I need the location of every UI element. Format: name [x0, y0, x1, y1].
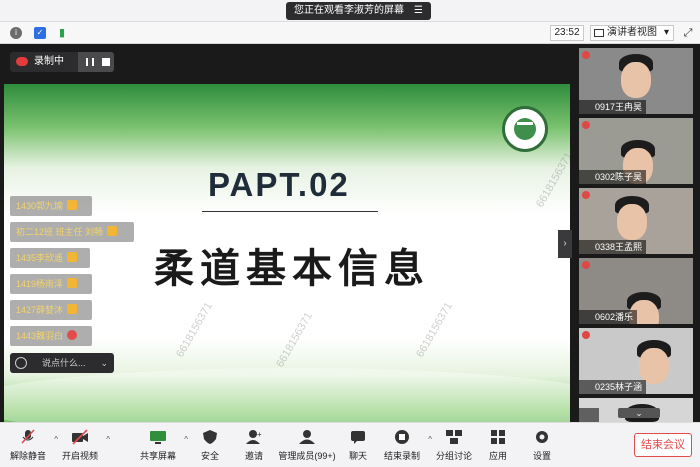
- share-screen-button[interactable]: ^ 共享屏幕: [130, 429, 188, 465]
- view-mode-dropdown[interactable]: 演讲者视图 ▾: [590, 25, 674, 41]
- stop-recording-icon[interactable]: [102, 58, 110, 66]
- add-user-icon: +: [245, 429, 263, 445]
- clap-emoji-icon: [67, 304, 78, 314]
- participant-tile[interactable]: 0917王冉昊: [579, 48, 693, 114]
- participant-gallery: ⌃ 0917王冉昊 0302陈子昊 0338王孟熙 0602潘乐 0235林子涵…: [576, 44, 700, 422]
- participant-tile[interactable]: 0602潘乐: [579, 258, 693, 324]
- participant-name: 0235林子涵: [579, 380, 647, 394]
- members-icon: [298, 429, 316, 445]
- unmute-label: 解除静音: [9, 451, 46, 461]
- participant-tile[interactable]: 0302陈子昊: [579, 118, 693, 184]
- muted-mic-icon: [582, 51, 590, 59]
- viewing-banner: 您正在观看李淑芳的屏幕 ☰: [286, 2, 431, 20]
- meeting-toolbar: ^ 解除静音 ^ 开启视频 ^ 共享屏幕 安全 + 邀请 管理成员(99+) 聊…: [0, 422, 700, 467]
- menu-icon[interactable]: ☰: [414, 2, 423, 20]
- apps-icon: [489, 429, 507, 445]
- chat-bubble: 初二12班 班主任 刘畅: [10, 222, 134, 242]
- chat-bubble: 1430郭九瑜: [10, 196, 92, 216]
- participant-name: [579, 408, 599, 422]
- participant-name: 0917王冉昊: [579, 100, 647, 114]
- video-off-icon: [71, 429, 89, 445]
- signal-icon[interactable]: ▮: [56, 27, 68, 39]
- stop-record-icon: [393, 429, 411, 445]
- end-recording-button[interactable]: ^ 结束录制: [374, 429, 432, 465]
- invite-label: 邀请: [244, 451, 263, 461]
- muted-mic-icon: [582, 121, 590, 129]
- share-screen-icon: [149, 429, 167, 445]
- shield-icon[interactable]: ✓: [34, 27, 46, 39]
- chat-label: 聊天: [348, 451, 367, 461]
- participant-tile[interactable]: 0338王孟熙: [579, 188, 693, 254]
- apps-label: 应用: [488, 451, 507, 461]
- slide-subheading: 柔道基本信息: [154, 246, 430, 292]
- heading-divider: [202, 211, 378, 212]
- muted-mic-icon: [582, 331, 590, 339]
- cloud-record-icon: [16, 57, 28, 66]
- gallery-toggle-icon[interactable]: ›: [558, 230, 572, 258]
- security-label: 安全: [200, 451, 219, 461]
- muted-mic-icon: [582, 261, 590, 269]
- recording-indicator: 录制中: [10, 52, 114, 72]
- speaker-view-icon: [594, 29, 604, 37]
- thumbs-up-emoji-icon: [67, 252, 78, 262]
- chevron-up-icon[interactable]: ^: [106, 435, 110, 444]
- top-bar: 您正在观看李淑芳的屏幕 ☰: [0, 0, 700, 22]
- settings-label: 设置: [532, 451, 551, 461]
- chat-icon: [349, 429, 367, 445]
- breakout-icon: [445, 429, 463, 445]
- svg-text:+: +: [257, 430, 262, 439]
- clap-emoji-icon: [67, 200, 78, 210]
- settings-button[interactable]: 设置: [514, 429, 570, 465]
- collapse-icon[interactable]: ⌄: [100, 353, 108, 373]
- participant-name: 0338王孟熙: [579, 240, 647, 254]
- pause-recording-icon[interactable]: [86, 58, 94, 66]
- chat-bubble: 1443魏羽白: [10, 326, 92, 346]
- scroll-down-icon[interactable]: ⌄: [618, 408, 660, 418]
- slide-heading: PAPT.02: [208, 166, 350, 203]
- view-mode-label: 演讲者视图: [607, 27, 657, 38]
- participant-tile[interactable]: 0235林子涵: [579, 328, 693, 394]
- watermark: 6618156371: [534, 150, 570, 210]
- clap-emoji-icon: [107, 226, 118, 236]
- chat-input-placeholder[interactable]: 说点什么...: [42, 353, 86, 373]
- meeting-timer: 23:52: [550, 25, 584, 41]
- watermark: 6618156371: [274, 310, 316, 370]
- recording-label: 录制中: [34, 56, 64, 67]
- clap-emoji-icon: [67, 278, 78, 288]
- viewing-banner-text: 您正在观看李淑芳的屏幕: [294, 5, 404, 16]
- chat-bubble: 1435李欣遥: [10, 248, 90, 268]
- chevron-down-icon: ▾: [663, 27, 669, 38]
- share-screen-label: 共享屏幕: [139, 451, 176, 461]
- chat-bubble: 1427薛婪沐: [10, 300, 92, 320]
- breakout-label: 分组讨论: [435, 451, 472, 461]
- flower-emoji-icon: [67, 330, 78, 340]
- shield-icon: [201, 429, 219, 445]
- participant-name: 0302陈子昊: [579, 170, 647, 184]
- end-recording-label: 结束录制: [383, 451, 420, 461]
- watermark: 6618156371: [174, 300, 216, 360]
- meeting-status-bar: i ✓ ▮ 23:52 演讲者视图 ▾ ⤢: [0, 22, 700, 44]
- unmute-button[interactable]: ^ 解除静音: [0, 429, 58, 465]
- info-icon[interactable]: i: [10, 27, 22, 39]
- muted-mic-icon: [582, 191, 590, 199]
- emoji-icon[interactable]: [15, 357, 27, 369]
- start-video-button[interactable]: ^ 开启视频: [52, 429, 110, 465]
- participant-name: 0602潘乐: [579, 310, 638, 324]
- end-meeting-button[interactable]: 结束会议: [634, 433, 692, 457]
- start-video-label: 开启视频: [61, 451, 98, 461]
- gear-icon: [533, 429, 551, 445]
- chat-bubble: 1419杨雨泽: [10, 274, 92, 294]
- muted-mic-icon: [19, 429, 37, 445]
- fullscreen-icon[interactable]: ⤢: [681, 26, 695, 40]
- school-logo: [502, 106, 548, 152]
- watermark: 6618156371: [414, 300, 456, 360]
- chat-input-box[interactable]: 说点什么... ⌄: [10, 353, 114, 373]
- manage-members-label: 管理成员(99+): [278, 451, 336, 461]
